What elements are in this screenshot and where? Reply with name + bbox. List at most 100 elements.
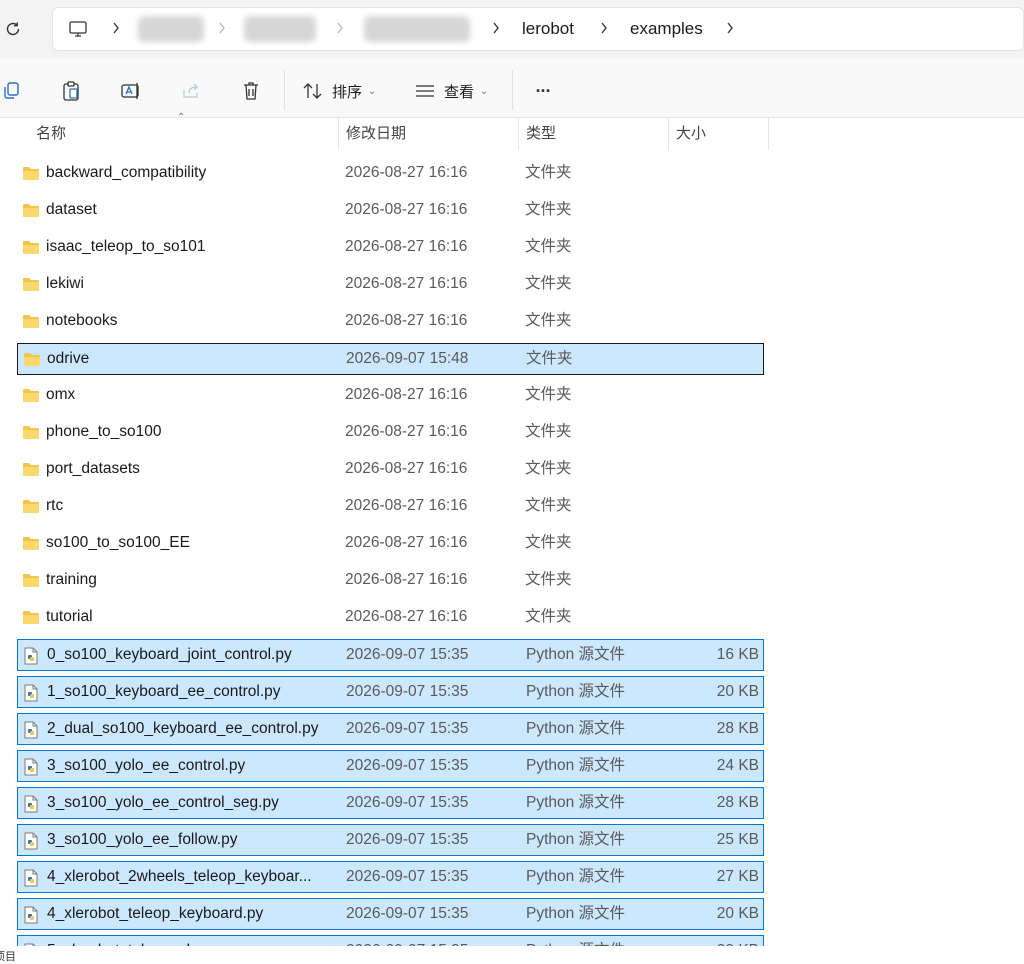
file-row[interactable]: 3_so100_yolo_ee_control_seg.py 2026-09-07…: [17, 787, 764, 819]
file-name: tutorial: [46, 608, 93, 625]
file-type: 文件夹: [525, 238, 572, 255]
file-type: 文件夹: [525, 460, 572, 477]
file-type: Python 源文件: [526, 868, 626, 885]
paste-button[interactable]: [58, 78, 84, 104]
file-name: odrive: [47, 350, 90, 367]
file-date: 2026-08-27 16:16: [345, 423, 468, 440]
file-row[interactable]: 2_dual_so100_keyboard_ee_control.py 2026-…: [17, 713, 764, 745]
chevron-right-icon[interactable]: [216, 18, 228, 38]
file-type: 文件夹: [525, 312, 572, 329]
share-button[interactable]: [178, 78, 204, 104]
file-name: 1_so100_keyboard_ee_control.py: [47, 683, 281, 700]
file-size: [670, 195, 760, 225]
folder-row[interactable]: port_datasets 2026-08-27 16:16 文件夹: [17, 454, 764, 486]
file-date: 2026-08-27 16:16: [345, 312, 468, 329]
folder-row[interactable]: rtc 2026-08-27 16:16 文件夹: [17, 491, 764, 523]
share-icon: [183, 83, 198, 98]
copy-button[interactable]: [0, 78, 22, 104]
file-row[interactable]: 3_so100_yolo_ee_control.py 2026-09-07 15:…: [17, 750, 764, 782]
file-row[interactable]: 4_xlerobot_teleop_keyboard.py 2026-09-07 …: [17, 898, 764, 930]
file-size: [670, 565, 760, 595]
file-date: 2026-08-27 16:16: [345, 238, 468, 255]
file-date: 2026-09-07 15:35: [346, 868, 469, 885]
file-type: Python 源文件: [526, 905, 626, 922]
folder-row[interactable]: notebooks 2026-08-27 16:16 文件夹: [17, 306, 764, 338]
computer-icon: [69, 21, 87, 37]
file-type: Python 源文件: [526, 794, 626, 811]
file-size: 23 KB: [669, 936, 759, 946]
python-file-icon: [23, 647, 41, 665]
folder-row[interactable]: omx 2026-08-27 16:16 文件夹: [17, 380, 764, 412]
file-type: Python 源文件: [526, 936, 656, 946]
chevron-right-icon[interactable]: [490, 18, 502, 38]
file-row[interactable]: 4_xlerobot_2wheels_teleop_keyboar... 2026…: [17, 861, 764, 893]
folder-icon: [22, 276, 40, 292]
refresh-button[interactable]: [2, 17, 24, 41]
folder-icon: [22, 202, 40, 218]
file-size: 20 KB: [716, 905, 759, 922]
column-divider[interactable]: [518, 118, 519, 150]
folder-row[interactable]: so100_to_so100_EE 2026-08-27 16:16 文件夹: [17, 528, 764, 560]
sort-button[interactable]: 排序 ⌄: [302, 78, 388, 104]
view-button[interactable]: 查看 ⌄: [414, 78, 500, 104]
this-pc-button[interactable]: [66, 17, 90, 41]
file-row[interactable]: 1_so100_keyboard_ee_control.py 2026-09-07…: [17, 676, 764, 708]
file-name: 5_xlerobot_teleop_xbox.py: [47, 936, 330, 946]
breadcrumb-redacted-2[interactable]: [244, 16, 316, 42]
folder-row[interactable]: backward_compatibility 2026-08-27 16:16 文件…: [17, 158, 764, 190]
file-type: Python 源文件: [526, 757, 626, 774]
file-row[interactable]: 0_so100_keyboard_joint_control.py 2026-09…: [17, 639, 764, 671]
file-name: 2_dual_so100_keyboard_ee_control.py: [47, 720, 319, 737]
python-file-icon: [23, 758, 41, 776]
file-name: 3_so100_yolo_ee_follow.py: [47, 831, 238, 848]
file-type: Python 源文件: [526, 831, 626, 848]
chevron-right-icon[interactable]: [598, 18, 610, 38]
column-header-type[interactable]: 类型: [526, 118, 556, 150]
file-name: 3_so100_yolo_ee_control.py: [47, 757, 246, 774]
rename-icon: [121, 83, 139, 99]
column-header-size[interactable]: 大小: [676, 118, 706, 150]
python-file-icon: [23, 906, 41, 924]
python-file-icon: [23, 795, 41, 813]
folder-row[interactable]: training 2026-08-27 16:16 文件夹: [17, 565, 764, 597]
folder-row[interactable]: tutorial 2026-08-27 16:16 文件夹: [17, 602, 764, 634]
more-options-button[interactable]: ···: [530, 78, 556, 104]
rename-button[interactable]: [118, 78, 144, 104]
column-divider[interactable]: [338, 118, 339, 150]
file-name: omx: [46, 386, 76, 403]
breadcrumb-redacted-1[interactable]: [138, 16, 204, 42]
column-header-date[interactable]: 修改日期: [346, 118, 406, 150]
view-list-icon: [416, 85, 434, 97]
breadcrumb-examples[interactable]: examples: [630, 18, 703, 40]
file-date: 2026-08-27 16:16: [345, 460, 468, 477]
chevron-right-icon[interactable]: [334, 18, 346, 38]
file-size: [670, 454, 760, 484]
folder-row[interactable]: odrive 2026-09-07 15:48 文件夹: [17, 343, 764, 375]
file-row[interactable]: 3_so100_yolo_ee_follow.py 2026-09-07 15:3…: [17, 824, 764, 856]
file-date: 2026-08-27 16:16: [345, 497, 468, 514]
file-date: 2026-08-27 16:16: [345, 201, 468, 218]
file-size: [670, 602, 760, 632]
column-divider[interactable]: [668, 118, 669, 150]
folder-row[interactable]: lekiwi 2026-08-27 16:16 文件夹: [17, 269, 764, 301]
breadcrumb-redacted-3[interactable]: [364, 16, 470, 42]
column-divider[interactable]: [768, 118, 769, 150]
file-name: notebooks: [46, 312, 118, 329]
breadcrumb-lerobot[interactable]: lerobot: [522, 18, 574, 40]
folder-icon: [22, 461, 40, 477]
refresh-icon: [6, 22, 20, 36]
folder-row[interactable]: isaac_teleop_to_so101 2026-08-27 16:16 文件夹: [17, 232, 764, 264]
chevron-right-icon[interactable]: [724, 18, 736, 38]
folder-icon: [22, 165, 40, 181]
file-type: 文件夹: [525, 571, 572, 588]
folder-row[interactable]: phone_to_so100 2026-08-27 16:16 文件夹: [17, 417, 764, 449]
delete-button[interactable]: [238, 78, 264, 104]
file-size: [670, 491, 760, 521]
file-row[interactable]: 5_xlerobot_teleop_xbox.py 2026-09-07 15:3…: [17, 935, 764, 946]
file-name: 4_xlerobot_2wheels_teleop_keyboar...: [47, 868, 312, 885]
chevron-right-icon[interactable]: [110, 18, 122, 38]
column-header-name[interactable]: 名称: [36, 118, 66, 150]
file-name: port_datasets: [46, 460, 140, 477]
folder-row[interactable]: dataset 2026-08-27 16:16 文件夹: [17, 195, 764, 227]
file-date: 2026-09-07 15:35: [346, 831, 469, 848]
